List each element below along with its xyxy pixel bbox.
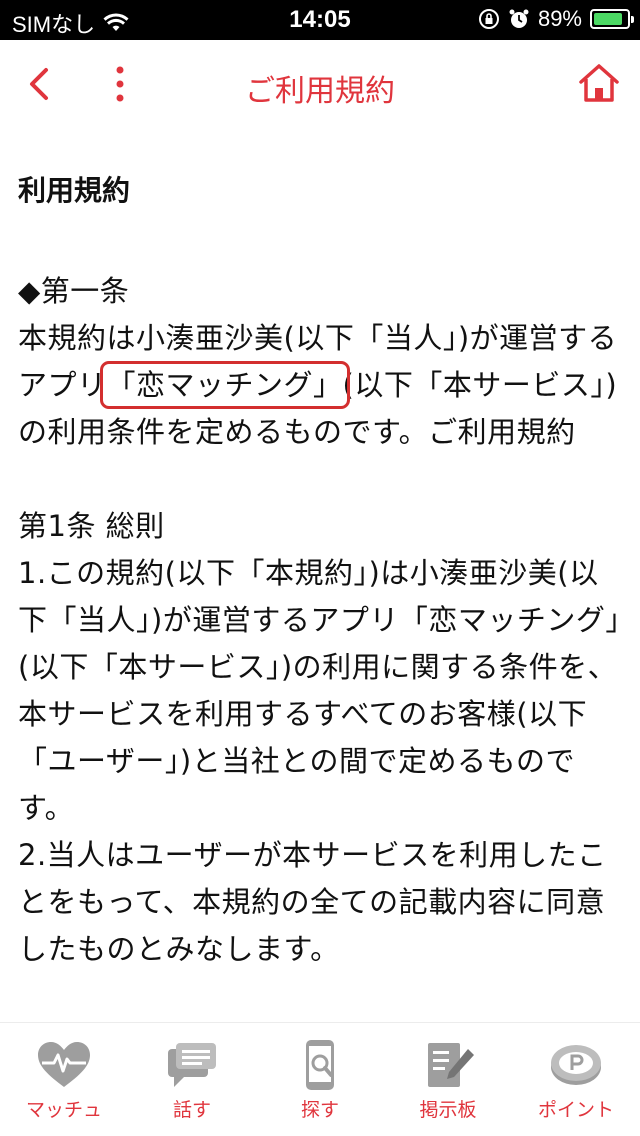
tab-search-label: 探す xyxy=(300,1099,339,1121)
section-1-general: 第1条 総則 1.この規約(以下「本規約」)は小湊亜沙美(以下「当人」)が運営す… xyxy=(18,509,621,966)
tab-search[interactable]: 探す xyxy=(256,1023,384,1136)
tab-board-label: 掲示板 xyxy=(419,1099,477,1121)
status-bar: SIMなし 14:05 89% xyxy=(0,0,640,40)
chevron-left-icon xyxy=(30,68,48,100)
article-label: ◆第一条 xyxy=(18,274,130,308)
tab-talk[interactable]: 話す xyxy=(128,1023,256,1136)
article-1-text: ◆第一条 本規約は小湊亜沙美(以下「当人」)が運営するアプリ「恋マッチング」(以… xyxy=(18,268,622,456)
status-right: 89% xyxy=(478,6,634,32)
back-button[interactable] xyxy=(22,62,62,106)
tab-match-label: マッチュ xyxy=(25,1099,102,1121)
chat-bubble-icon xyxy=(168,1043,216,1087)
heart-pulse-icon xyxy=(38,1042,90,1087)
tab-talk-label: 話す xyxy=(172,1099,211,1121)
navigation-bar: ご利用規約 xyxy=(0,40,640,130)
rotation-lock-icon xyxy=(478,9,499,29)
tab-bar: マッチュ 話す 探す 掲示板 ポイント xyxy=(0,1022,640,1136)
battery-fill xyxy=(594,13,623,25)
board-edit-icon xyxy=(428,1043,474,1087)
battery-icon xyxy=(590,9,634,29)
battery-percent: 89% xyxy=(537,6,582,31)
tab-points-label: ポイント xyxy=(537,1099,614,1121)
tab-board[interactable]: 掲示板 xyxy=(384,1023,512,1136)
home-icon xyxy=(579,64,619,102)
highlighted-app-name: 「恋マッチング」 xyxy=(99,361,350,409)
page-title: ご利用規約 xyxy=(245,74,395,109)
phone-search-icon xyxy=(306,1040,334,1090)
menu-button[interactable] xyxy=(100,62,140,106)
terms-content[interactable]: 利用規約 ◆第一条 本規約は小湊亜沙美(以下「当人」)が運営するアプリ「恋マッチ… xyxy=(0,130,640,1023)
vertical-dots-icon xyxy=(116,66,124,102)
home-button[interactable] xyxy=(576,60,622,106)
terms-heading: 利用規約 xyxy=(18,174,131,207)
coin-icon xyxy=(551,1045,601,1085)
tab-points[interactable]: ポイント xyxy=(512,1023,640,1136)
tab-match[interactable]: マッチュ xyxy=(0,1023,128,1136)
alarm-icon xyxy=(509,9,529,28)
